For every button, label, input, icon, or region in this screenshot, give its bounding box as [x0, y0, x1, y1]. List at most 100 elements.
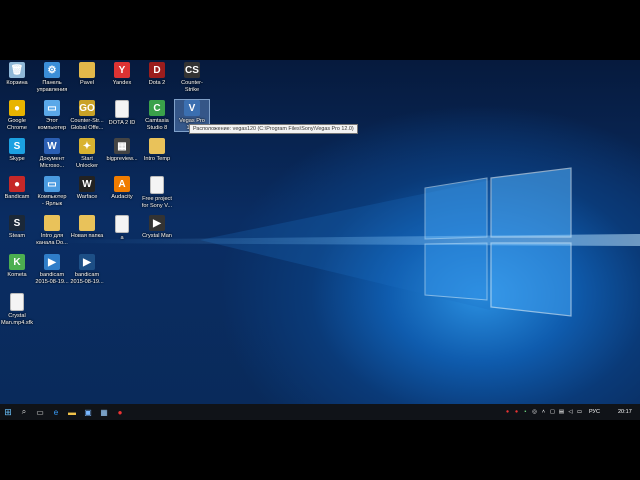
- user-folder-icon: [79, 62, 95, 78]
- yandex-icon: ●: [514, 409, 519, 415]
- desktop-icon[interactable]: Free project for Sony V...: [140, 176, 174, 209]
- desktop-icon[interactable]: Pavel: [70, 62, 104, 87]
- desktop-icon-label: Skype: [9, 156, 25, 162]
- steam-icon: ◎: [532, 409, 537, 415]
- message-icon: ▢: [549, 409, 556, 415]
- desktop-icon[interactable]: ▦ bigpreview...: [105, 138, 139, 163]
- tray-bandicam[interactable]: ●: [503, 404, 512, 420]
- bandicam-icon: ●: [505, 409, 510, 415]
- desktop-icon[interactable]: 🗑 Корзина: [0, 62, 34, 87]
- this-pc-icon: ▭: [44, 100, 60, 116]
- taskbar-edge[interactable]: e: [48, 404, 64, 420]
- counter-strike-icon: CS: [184, 62, 200, 78]
- desktop[interactable]: 🗑 Корзина ⚙ Панель управления Pavel Y Yandex D D…: [0, 60, 640, 420]
- desktop-icon[interactable]: ▭ Компьютер - Ярлык: [35, 176, 69, 207]
- desktop-icon-label: a: [120, 235, 124, 241]
- edge-icon: e: [53, 407, 59, 417]
- desktop-icon[interactable]: ▶ Crystal Man: [140, 215, 174, 240]
- desktop-icon-label: Intro Temp: [143, 156, 171, 162]
- document-icon: [150, 176, 164, 194]
- folder-icon: ▬: [68, 407, 76, 417]
- desktop-icon-label: Компьютер - Ярлык: [37, 194, 67, 207]
- desktop-icon[interactable]: ⚙ Панель управления: [35, 62, 69, 93]
- taskbar-photos[interactable]: ▦: [96, 404, 112, 420]
- start-button[interactable]: ⊞: [0, 404, 16, 420]
- media-file-icon: ▶: [149, 215, 165, 231]
- desktop-icon-label: Crystal Man.mp4.sfk: [0, 313, 34, 326]
- desktop-icon[interactable]: ● Google Chrome: [0, 100, 34, 131]
- windows-logo-icon: ⊞: [4, 406, 12, 417]
- desktop-icon[interactable]: S Skype: [0, 138, 34, 163]
- task-view-icon: ▭: [36, 407, 44, 417]
- desktop-icon[interactable]: Intro для канала Do...: [35, 215, 69, 246]
- clock[interactable]: 20:17: [618, 404, 632, 420]
- dota2-icon: D: [149, 62, 165, 78]
- desktop-icon[interactable]: C Camtasia Studio 8: [140, 100, 174, 131]
- desktop-icon-label: Этот компьютер: [37, 118, 67, 131]
- system-tray: ● ● ▪ ◎ ˄ ▢ ▤ ◁ ▭ РУС: [503, 404, 600, 420]
- tray-chevron[interactable]: ˄: [539, 404, 548, 420]
- desktop-icon-label: bandicam 2015-08-19...: [70, 272, 104, 285]
- task-view-button[interactable]: ▭: [32, 404, 48, 420]
- language-indicator[interactable]: РУС: [589, 409, 600, 415]
- computer-shortcut-icon: ▭: [44, 176, 60, 192]
- desktop-icon[interactable]: ● Bandicam: [0, 176, 34, 201]
- tray-keyboard[interactable]: ▭: [575, 404, 584, 420]
- desktop-icon[interactable]: W Warface: [70, 176, 104, 201]
- volume-icon: ◁: [568, 409, 573, 415]
- chevron-up-icon: ˄: [541, 409, 546, 415]
- desktop-icon[interactable]: Y Yandex: [105, 62, 139, 87]
- tray-volume[interactable]: ◁: [566, 404, 575, 420]
- desktop-icon-label: Steam: [8, 233, 26, 239]
- desktop-icon[interactable]: Новая папка: [70, 215, 104, 240]
- taskbar-store[interactable]: ▣: [80, 404, 96, 420]
- desktop-icon[interactable]: GO Counter-Str... Global Offe...: [70, 100, 104, 131]
- audacity-icon: A: [114, 176, 130, 192]
- desktop-icon[interactable]: ▭ Этот компьютер: [35, 100, 69, 131]
- desktop-icon-label: Dota 2: [148, 80, 166, 86]
- video-file-icon: ▶: [44, 254, 60, 270]
- desktop-icon[interactable]: DOTA 2 ID: [105, 100, 139, 127]
- desktop-icon[interactable]: Intro Temp: [140, 138, 174, 163]
- search-button[interactable]: ⌕: [16, 404, 32, 420]
- desktop-icon[interactable]: D Dota 2: [140, 62, 174, 87]
- camtasia-icon: C: [149, 100, 165, 116]
- desktop-icon[interactable]: a: [105, 215, 139, 242]
- desktop-icon-label: DOTA 2 ID: [108, 120, 136, 126]
- text-file-icon: [115, 100, 129, 118]
- desktop-icon[interactable]: ✦ Start Unlocker: [70, 138, 104, 169]
- word-document-icon: W: [44, 138, 60, 154]
- desktop-icon-label: Camtasia Studio 8: [145, 118, 169, 131]
- desktop-icon[interactable]: CS Counter-Strike: [175, 62, 209, 93]
- desktop-icon[interactable]: ▶ bandicam 2015-08-19...: [35, 254, 69, 285]
- desktop-icon-label: Панель управления: [36, 80, 68, 93]
- csgo-icon: GO: [79, 100, 95, 116]
- tray-steam[interactable]: ◎: [530, 404, 539, 420]
- tray-camtasia[interactable]: ▪: [521, 404, 530, 420]
- desktop-icon-label: Kometa: [7, 272, 27, 278]
- tray-action-center[interactable]: ▢: [548, 404, 557, 420]
- desktop-icon-label: Crystal Man: [142, 233, 172, 239]
- folder-icon: [149, 138, 165, 154]
- desktop-icon[interactable]: ▶ bandicam 2015-08-19...: [70, 254, 104, 285]
- skype-icon: S: [9, 138, 25, 154]
- desktop-icon-label: Audacity: [111, 194, 133, 200]
- taskbar-explorer[interactable]: ▬: [64, 404, 80, 420]
- desktop-icon[interactable]: S Steam: [0, 215, 34, 240]
- tray-yandex[interactable]: ●: [512, 404, 521, 420]
- taskbar-yandex[interactable]: ●: [112, 404, 128, 420]
- desktop-icon[interactable]: W Документ Microso...: [35, 138, 69, 169]
- desktop-icon-label: Документ Microso...: [39, 156, 65, 169]
- video-file-icon: ▶: [79, 254, 95, 270]
- desktop-icon-label: Google Chrome: [7, 118, 27, 131]
- tray-network[interactable]: ▤: [557, 404, 566, 420]
- unlocker-icon: ✦: [79, 138, 95, 154]
- desktop-icon[interactable]: Crystal Man.mp4.sfk: [0, 293, 34, 326]
- desktop-icon-label: Intro для канала Do...: [36, 233, 68, 246]
- image-icon: ▦: [100, 407, 108, 417]
- keyboard-icon: ▭: [576, 409, 583, 415]
- desktop-icon[interactable]: A Audacity: [105, 176, 139, 201]
- desktop-icon-label: Start Unlocker: [75, 156, 99, 169]
- desktop-icon[interactable]: K Kometa: [0, 254, 34, 279]
- warface-icon: W: [79, 176, 95, 192]
